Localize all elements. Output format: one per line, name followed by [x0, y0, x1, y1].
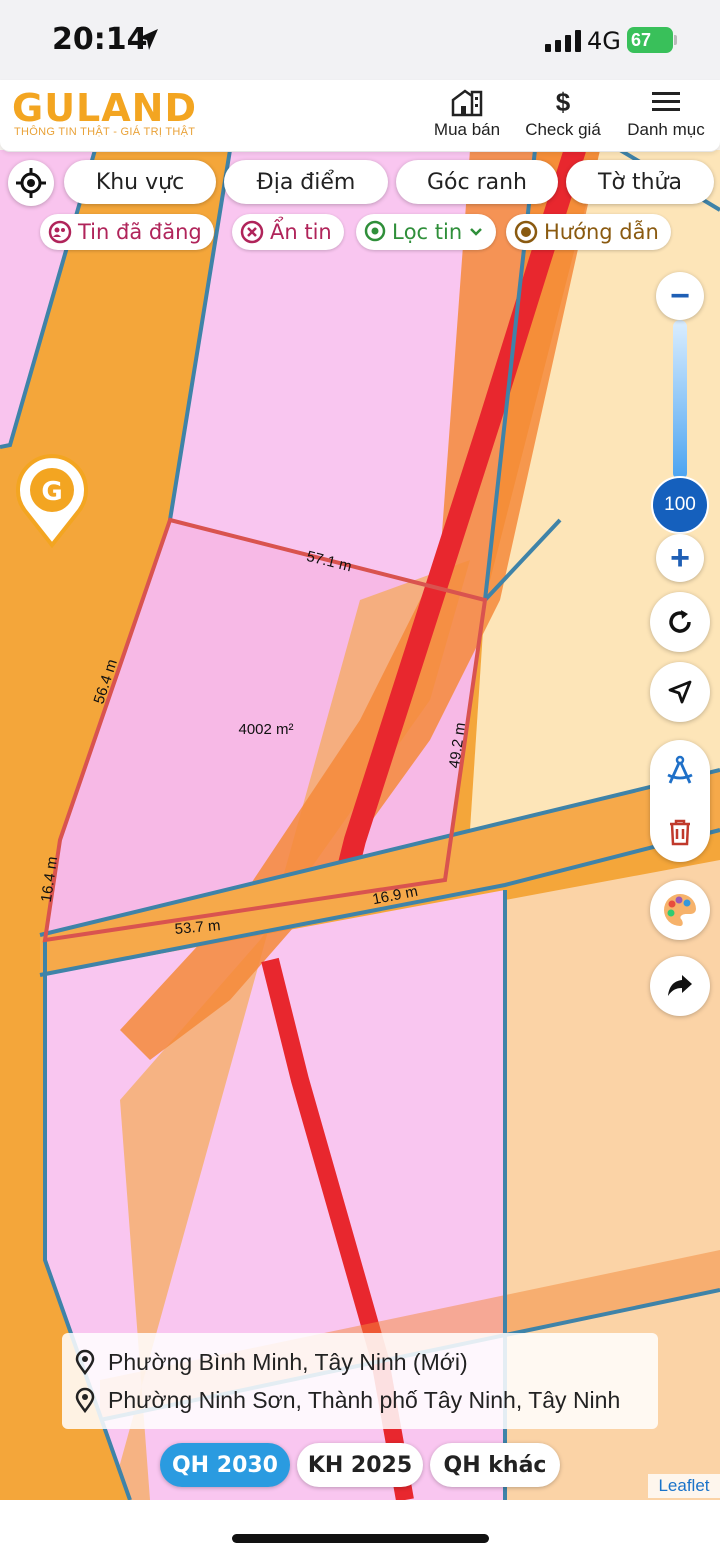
map-pin-icon — [364, 220, 386, 242]
share-arrow-icon — [668, 975, 692, 996]
refresh-icon — [669, 610, 691, 633]
plan-tab-kh2025[interactable]: KH 2025 — [297, 1443, 423, 1487]
close-circle-icon — [240, 220, 264, 244]
delete-button[interactable] — [650, 802, 710, 862]
zoom-level-handle[interactable]: 100 — [651, 476, 709, 534]
plan-tab-other[interactable]: QH khác — [430, 1443, 560, 1487]
trash-icon — [670, 819, 690, 846]
chip-posted-listings[interactable]: Tin đã đăng — [40, 214, 214, 250]
zoom-in-button[interactable]: + — [656, 534, 704, 582]
nav-check-price[interactable]: $ Check giá — [518, 86, 608, 140]
map-view[interactable]: 4002 m² 57.1 m 56.4 m 49.2 m 16.4 m 16.9… — [0, 150, 720, 1500]
measure-button[interactable] — [650, 740, 710, 802]
filter-place-button[interactable]: Địa điểm — [224, 160, 388, 204]
nav-label: Mua bán — [433, 120, 501, 139]
filter-sheet-button[interactable]: Tờ thửa — [566, 160, 714, 204]
plus-icon: + — [670, 539, 690, 577]
navigation-arrow-icon — [668, 680, 692, 704]
crosshair-icon — [16, 168, 46, 198]
measure-tool-group — [650, 740, 710, 862]
location-arrow-icon — [138, 29, 158, 50]
share-button[interactable] — [650, 956, 710, 1016]
chip-guide[interactable]: Hướng dẫn — [506, 214, 671, 250]
dollar-icon: $ — [555, 86, 571, 117]
address-panel: Phường Bình Minh, Tây Ninh (Mới) Phường … — [62, 1333, 658, 1429]
battery-cap — [674, 35, 677, 45]
status-bar: 20:14 4G 67 — [0, 0, 720, 80]
play-circle-icon — [514, 220, 538, 244]
navigate-button[interactable] — [650, 662, 710, 722]
menu-icon — [620, 86, 712, 118]
chip-label: Hướng dẫn — [544, 220, 659, 244]
minus-icon: − — [670, 277, 690, 315]
nav-buy-sell[interactable]: Mua bán — [428, 86, 506, 140]
chip-label: Tin đã đăng — [78, 220, 202, 244]
chip-label: Lọc tin — [392, 220, 463, 244]
refresh-button[interactable] — [650, 592, 710, 652]
plan-tab-qh2030[interactable]: QH 2030 — [160, 1443, 290, 1487]
status-time: 20:14 — [52, 22, 148, 57]
layer-style-button[interactable] — [650, 880, 710, 940]
chip-filter-listings[interactable]: Lọc tin — [356, 214, 497, 250]
app-header: GULAND THÔNG TIN THẬT - GIÁ TRỊ THẬT Mua… — [0, 80, 720, 152]
logo[interactable]: GULAND — [12, 88, 197, 128]
location-pin-icon — [75, 1387, 95, 1413]
zoom-slider-track[interactable] — [673, 320, 687, 480]
bottom-safe-area — [0, 1500, 720, 1557]
filter-area-button[interactable]: Khu vực — [64, 160, 216, 204]
filter-corner-button[interactable]: Góc ranh — [396, 160, 558, 204]
home-indicator[interactable] — [232, 1534, 489, 1543]
location-pin-icon — [75, 1349, 95, 1375]
zoom-out-button[interactable]: − — [656, 272, 704, 320]
nav-menu[interactable]: Danh mục — [620, 86, 712, 140]
nav-label: Check giá — [525, 120, 601, 139]
address-line: Phường Ninh Sơn, Thành phố Tây Ninh, Tây… — [108, 1386, 621, 1413]
my-location-button[interactable] — [8, 160, 54, 206]
address-old: Phường Ninh Sơn, Thành phố Tây Ninh, Tây… — [74, 1381, 646, 1419]
user-group-icon — [48, 220, 72, 244]
battery-icon: 67 — [627, 27, 673, 53]
map-attribution-link[interactable]: Leaflet — [648, 1474, 720, 1498]
chevron-down-icon — [470, 228, 483, 236]
app-screen: 20:14 4G 67 4002 m² 57.1 m 56.4 m 49.2 m… — [0, 0, 720, 1557]
chip-label: Ẩn tin — [270, 220, 332, 244]
network-type: 4G — [587, 27, 621, 55]
zoning-map[interactable]: 4002 m² 57.1 m 56.4 m 49.2 m 16.4 m 16.9… — [0, 150, 720, 1500]
parcel-area-label: 4002 m² — [238, 721, 293, 738]
battery-level: 67 — [631, 30, 652, 50]
building-icon — [428, 86, 506, 118]
compass-measure-icon — [667, 755, 693, 784]
address-line: Phường Bình Minh, Tây Ninh (Mới) — [108, 1348, 468, 1375]
svg-text:G: G — [41, 477, 62, 507]
logo-tagline: THÔNG TIN THẬT - GIÁ TRỊ THẬT — [14, 126, 196, 138]
address-new: Phường Bình Minh, Tây Ninh (Mới) — [74, 1343, 646, 1381]
palette-icon — [664, 894, 696, 926]
signal-icon — [545, 30, 581, 52]
nav-label: Danh mục — [627, 120, 705, 139]
chip-hide-listings[interactable]: Ẩn tin — [232, 214, 344, 250]
